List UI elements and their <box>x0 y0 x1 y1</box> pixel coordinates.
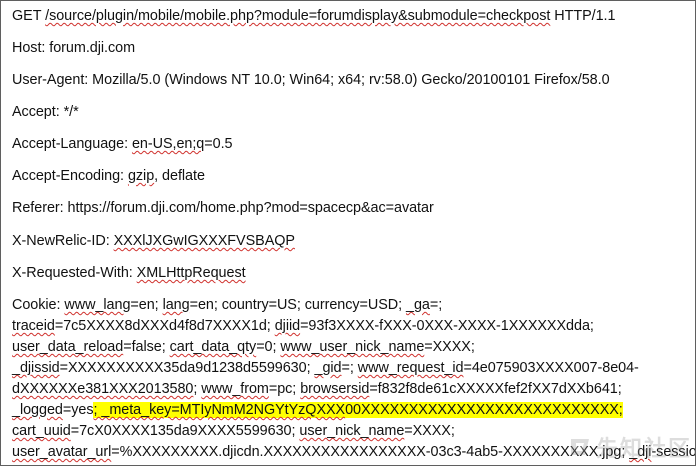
cookie-value: =%XXXXXXXXX.djicdn.XXXXXXXXXXXXXXXXX-03c… <box>111 444 630 460</box>
highlighted-meta-key: ; _meta_key=MTIyNmM2NGYtYzQXXX <box>93 402 346 418</box>
cookie-value: =en; country=US; currency=USD; <box>189 297 406 313</box>
cookie-line-4: _djissid=XXXXXXXXXX35da9d1238d5599630; _… <box>12 360 639 376</box>
cookie-name: user_data_reload <box>12 339 124 355</box>
cookie-line-1: Cookie: www_lang=en; lang=en; country=US… <box>12 297 442 313</box>
cookie-line-2: traceid=7c5XXXX8dXXXd4f8d7XXXX1d; djiid=… <box>12 318 594 334</box>
cookie-name: www_request_id <box>357 360 464 376</box>
referer-header: Referer: https://forum.dji.com/home.php?… <box>12 200 434 216</box>
cookie-name: www_user_nick_name <box>280 339 425 355</box>
cookie-line-3: user_data_reload=false; cart_data_qty=0;… <box>12 339 475 355</box>
newrelic-header: X-NewRelic-ID: XXXlJXGwIGXXXFVSBAQP <box>12 233 295 249</box>
accept-language-value: en-US,en;q <box>131 136 205 152</box>
accept-encoding-header: Accept-Encoding: gzip, deflate <box>12 168 205 184</box>
requested-with-value: XMLHttpRequest <box>136 265 246 281</box>
request-line: GET /source/plugin/mobile/mobile.php?mod… <box>12 8 615 24</box>
accept-language-label: Accept-Language: <box>12 136 132 152</box>
cookie-name: _djissid <box>12 360 60 376</box>
cookie-value: =pc; <box>268 381 301 397</box>
cookie-value: =en; <box>130 297 163 313</box>
cookie-name: browsersid <box>300 381 370 397</box>
cookie-name: cart_uuid <box>12 423 71 439</box>
accept-encoding-value: gzip <box>127 168 155 184</box>
cookie-line-6: _logged=yes; _meta_key=MTIyNmM2NGYtYzQXX… <box>12 402 623 418</box>
cookie-name: _logged <box>12 402 63 418</box>
cookie-value: =7cX0XXXX135da9XXXX5599630; <box>70 423 300 439</box>
accept-language-header: Accept-Language: en-US,en;q=0.5 <box>12 136 233 152</box>
cookie-label: Cookie: <box>12 297 65 313</box>
accept-encoding-rest: , deflate <box>154 168 205 184</box>
highlighted-meta-key-value: 00XXXXXXXXXXXXXXXXXXXXXXXXXXX; <box>345 402 623 418</box>
cookie-name: _dji <box>629 444 652 460</box>
cookie-value: -session= <box>651 444 696 460</box>
request-method: GET <box>12 8 46 24</box>
requested-with-label: X-Requested-With: <box>12 265 137 281</box>
cookie-value: dXXXXXXe381XXX2013580 <box>12 381 194 397</box>
accept-encoding-label: Accept-Encoding: <box>12 168 128 184</box>
cookie-value: =XXXX; <box>404 423 455 439</box>
cookie-line-7: cart_uuid=7cX0XXXX135da9XXXX5599630; use… <box>12 423 455 439</box>
newrelic-value: XXXlJXGwIGXXXFVSBAQP <box>113 233 295 249</box>
cookie-name: _gid <box>314 360 342 376</box>
cookie-name: user_nick_name <box>299 423 405 439</box>
host-header: Host: forum.dji.com <box>12 40 136 56</box>
cookie-name: djiid <box>274 318 301 334</box>
cookie-value: =7c5XXXX8dXXXd4f8d7XXXX1d; <box>54 318 275 334</box>
request-protocol: HTTP/1.1 <box>550 8 616 24</box>
cookie-value: =; <box>341 360 358 376</box>
cookie-name: www_lang <box>64 297 131 313</box>
cookie-name: www_from <box>201 381 269 397</box>
cookie-line-8: user_avatar_url=%XXXXXXXXX.djicdn.XXXXXX… <box>12 444 696 460</box>
user-agent-header: User-Agent: Mozilla/5.0 (Windows NT 10.0… <box>12 72 610 88</box>
cookie-value: =0; <box>256 339 281 355</box>
cookie-value: =4e075903XXXX007-8e04- <box>463 360 639 376</box>
cookie-name: cart_data_qty <box>169 339 257 355</box>
cookie-value: =yes <box>62 402 94 418</box>
accept-language-quality: =0.5 <box>204 136 233 152</box>
requested-with-header: X-Requested-With: XMLHttpRequest <box>12 265 246 281</box>
cookie-name: _ga <box>406 297 430 313</box>
cookie-value: =XXXXXXXXXX35da9d1238d5599630; <box>59 360 315 376</box>
http-request-document: GET /source/plugin/mobile/mobile.php?mod… <box>0 0 696 466</box>
newrelic-label: X-NewRelic-ID: <box>12 233 114 249</box>
cookie-name: user_avatar_url <box>12 444 112 460</box>
accept-header: Accept: */* <box>12 104 79 120</box>
cookie-name: lang <box>162 297 190 313</box>
cookie-value: =f832f8de61cXXXXXfef2fXX7dXXb641; <box>369 381 622 397</box>
cookie-name: traceid <box>12 318 55 334</box>
request-path: /source/plugin/mobile/mobile.php?module=… <box>45 8 551 24</box>
cookie-value: =93f3XXXX-fXXX-0XXX-XXXX-1XXXXXXdda; <box>300 318 594 334</box>
cookie-value: =; <box>429 297 443 313</box>
cookie-value: =XXXX; <box>424 339 475 355</box>
cookie-line-5: dXXXXXXe381XXX2013580; www_from=pc; brow… <box>12 381 622 397</box>
cookie-value: =false; <box>123 339 170 355</box>
